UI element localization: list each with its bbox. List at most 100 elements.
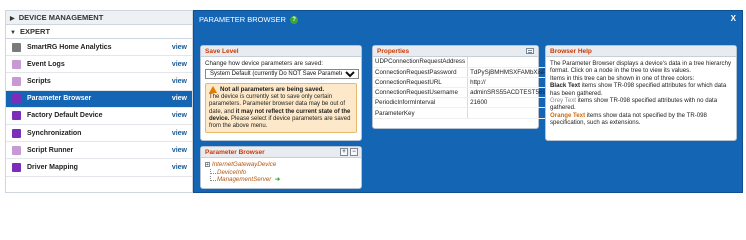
property-key: ConnectionRequestPassword [373, 67, 469, 78]
property-value: TdPySjBMHMSXFAMbXisP [467, 67, 549, 78]
save-level-select[interactable]: System Default (currently Do NOT Save Pa… [205, 68, 359, 79]
sidebar-item-label: Parameter Browser [27, 95, 92, 103]
parameter-tree: + InternetGatewayDevice DeviceInfo Manag… [201, 158, 361, 187]
property-row[interactable]: ParameterKey [373, 107, 549, 119]
properties-table: UDPConnectionRequestAddress ConnectionReq… [373, 57, 549, 119]
close-button[interactable]: X [731, 14, 736, 23]
property-value: http:// [467, 77, 549, 89]
parameter-browser-window: PARAMETER BROWSER ? X Save Level Change … [193, 10, 743, 193]
view-link[interactable]: view [172, 147, 187, 154]
sidebar-section-label: EXPERT [20, 27, 51, 36]
help-black-line: Black Text items show TR-098 specified a… [550, 82, 732, 97]
property-value: adminSRS55ACDTEST569 [467, 87, 549, 99]
help-grey-label: Grey Text [550, 97, 576, 105]
sidebar-item-label: Factory Default Device [27, 112, 103, 120]
property-key: ParameterKey [373, 107, 469, 119]
sidebar-item-factory-default-device[interactable]: Factory Default Device view [6, 108, 192, 125]
go-arrow-icon[interactable]: ➔ [275, 176, 280, 183]
browser-help-text: The Parameter Browser displays a device'… [546, 57, 736, 130]
help-orange-line: Orange Text items show data not specifie… [550, 112, 732, 127]
sidebar-header-label: DEVICE MANAGEMENT [18, 13, 104, 22]
module-icon [12, 42, 21, 52]
sidebar-item-label: Driver Mapping [27, 163, 78, 171]
sidebar-item-label: Scripts [27, 77, 51, 85]
module-icon [12, 145, 21, 155]
property-row[interactable]: ConnectionRequestPassword TdPySjBMHMSXFAM… [373, 67, 549, 78]
expand-icon[interactable]: + [205, 162, 210, 168]
sidebar-item-label: Event Logs [27, 60, 65, 68]
properties-title: Properties [373, 46, 538, 57]
properties-panel: Properties UDPConnectionRequestAddress Co… [372, 45, 549, 129]
view-link[interactable]: view [172, 44, 187, 51]
help-paragraph-1: The Parameter Browser displays a device'… [550, 60, 732, 75]
view-link[interactable]: view [172, 164, 187, 171]
caret-down-icon: ▼ [10, 30, 16, 36]
collapse-all-icon[interactable]: − [350, 148, 358, 156]
help-orange-label: Orange Text [550, 111, 586, 119]
window-title-bar: PARAMETER BROWSER ? [194, 11, 742, 29]
view-link[interactable]: view [172, 95, 187, 102]
browser-help-title: Browser Help [546, 46, 736, 57]
property-value: 21600 [467, 97, 549, 109]
view-link[interactable]: view [172, 78, 187, 85]
tree-node-root[interactable]: + InternetGatewayDevice [205, 161, 357, 169]
expand-all-icon[interactable]: + [340, 148, 348, 156]
warning-text: The device is currently set to save only… [209, 94, 353, 130]
module-icon [12, 128, 21, 138]
sidebar-item-parameter-browser[interactable]: Parameter Browser view [6, 90, 192, 108]
help-grey-line: Grey Text items show TR-098 specified at… [550, 97, 732, 112]
warning-icon [209, 85, 217, 93]
module-icon [12, 94, 21, 104]
sidebar-item-synchronization[interactable]: Synchronization view [6, 125, 192, 143]
tree-node-managementserver[interactable]: ManagementServer ➔ [205, 176, 357, 184]
property-key: PeriodicInformInterval [373, 97, 469, 109]
property-row[interactable]: ConnectionRequestURL http:// [373, 77, 549, 89]
property-key: ConnectionRequestUsername [373, 87, 469, 99]
property-key: UDPConnectionRequestAddress [373, 57, 469, 68]
window-title: PARAMETER BROWSER [199, 15, 286, 24]
sidebar-item-event-logs[interactable]: Event Logs view [6, 56, 192, 74]
module-icon [12, 59, 21, 69]
property-row[interactable]: UDPConnectionRequestAddress [373, 57, 549, 68]
caret-right-icon: ▶ [10, 16, 15, 22]
sidebar-item-driver-mapping[interactable]: Driver Mapping view [6, 159, 192, 177]
tree-node-deviceinfo[interactable]: DeviceInfo [205, 168, 357, 177]
tree-node-label[interactable]: ManagementServer [217, 176, 271, 183]
sidebar-item-label: SmartRG Home Analytics [27, 43, 112, 51]
sidebar-items: SmartRG Home Analytics view Event Logs view… [6, 39, 192, 177]
property-row[interactable]: PeriodicInformInterval 21600 [373, 97, 549, 109]
property-value [467, 57, 549, 68]
save-level-prompt: Change how device parameters are saved: [205, 60, 323, 67]
help-black-label: Black Text [550, 82, 581, 90]
properties-title-label: Properties [377, 48, 410, 55]
warning-text-part2: Please select if device parameters are s… [209, 115, 351, 129]
save-level-title: Save Level [201, 46, 361, 57]
module-icon [12, 76, 21, 86]
module-icon [12, 111, 21, 121]
warning-box: Not all parameters are being saved. The … [205, 82, 357, 134]
property-value [467, 107, 549, 119]
sidebar-item-label: Synchronization [27, 129, 82, 137]
help-paragraph-2: Items in this tree can be shown in one o… [550, 74, 695, 82]
module-icon [12, 162, 21, 172]
property-key: ConnectionRequestURL [373, 77, 469, 89]
property-row[interactable]: ConnectionRequestUsername adminSRS55ACDTE… [373, 87, 549, 99]
parameter-tree-title-label: Parameter Browser [205, 149, 265, 156]
sidebar-section-expert[interactable]: ▼ EXPERT [6, 25, 192, 39]
parameter-tree-title: Parameter Browser + − [201, 147, 361, 158]
tree-node-root-label[interactable]: InternetGatewayDevice [212, 161, 276, 169]
browser-help-panel: Browser Help The Parameter Browser displ… [545, 45, 737, 141]
view-link[interactable]: view [172, 61, 187, 68]
sidebar-item-label: Script Runner [27, 146, 74, 154]
tree-node-label[interactable]: DeviceInfo [217, 169, 246, 176]
save-level-panel: Save Level Change how device parameters … [200, 45, 362, 141]
properties-menu-icon[interactable] [526, 48, 534, 54]
sidebar: ▶ DEVICE MANAGEMENT ▼ EXPERT SmartRG Hom… [5, 10, 193, 193]
view-link[interactable]: view [172, 130, 187, 137]
sidebar-header-device-management[interactable]: ▶ DEVICE MANAGEMENT [6, 11, 192, 25]
help-icon[interactable]: ? [290, 16, 299, 25]
sidebar-item-smartrg-home-analytics[interactable]: SmartRG Home Analytics view [6, 39, 192, 57]
sidebar-item-script-runner[interactable]: Script Runner view [6, 142, 192, 160]
view-link[interactable]: view [172, 112, 187, 119]
sidebar-item-scripts[interactable]: Scripts view [6, 73, 192, 91]
